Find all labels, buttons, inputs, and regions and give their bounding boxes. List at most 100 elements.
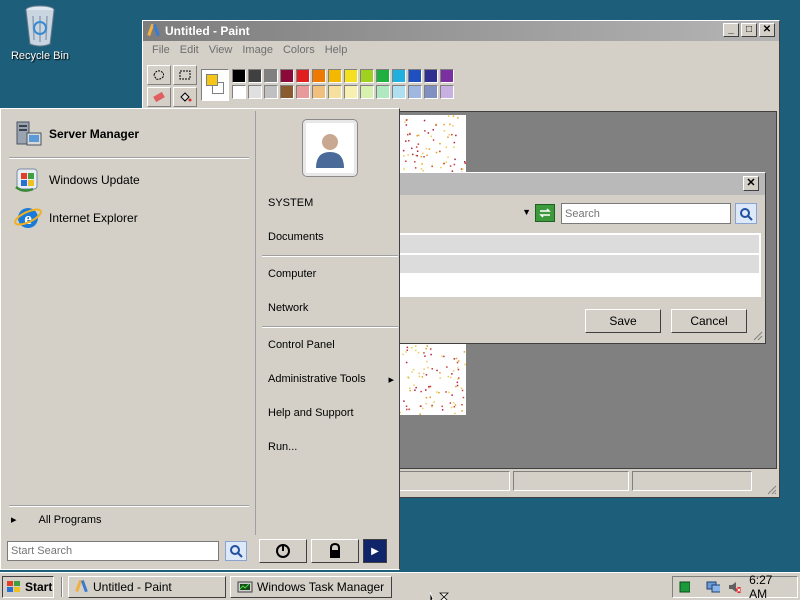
all-programs-arrow-icon: ▸ bbox=[11, 514, 17, 526]
start-button[interactable]: Start bbox=[2, 576, 54, 598]
taskbar-item-paint[interactable]: Untitled - Paint bbox=[68, 576, 226, 598]
lock-button[interactable] bbox=[311, 539, 359, 563]
dialog-address-bar[interactable]: ▼ bbox=[399, 203, 533, 223]
paint-title: Untitled - Paint bbox=[165, 24, 250, 38]
all-programs-button[interactable]: ▸ All Programs bbox=[11, 513, 102, 527]
menu-edit[interactable]: Edit bbox=[175, 41, 204, 61]
minimize-button[interactable]: _ bbox=[723, 23, 739, 37]
status-cell-3 bbox=[632, 471, 752, 491]
color-swatch[interactable] bbox=[280, 85, 294, 99]
paint-app-icon bbox=[147, 23, 161, 44]
color-swatch[interactable] bbox=[280, 69, 294, 83]
power-button[interactable] bbox=[259, 539, 307, 563]
menu-image[interactable]: Image bbox=[237, 41, 278, 61]
color-swatch[interactable] bbox=[344, 85, 358, 99]
color-swatch[interactable] bbox=[360, 85, 374, 99]
color-swatch[interactable] bbox=[376, 85, 390, 99]
color-swatch[interactable] bbox=[440, 85, 454, 99]
run-link[interactable]: Run... bbox=[268, 441, 297, 453]
windows-update-label: Windows Update bbox=[49, 173, 140, 187]
power-icon bbox=[276, 544, 290, 558]
taskbar-clock[interactable]: 6:27 AM bbox=[749, 573, 789, 600]
address-dropdown-icon[interactable]: ▼ bbox=[522, 207, 531, 217]
user-folder-link[interactable]: SYSTEM bbox=[268, 197, 313, 209]
dialog-search-input[interactable] bbox=[561, 203, 731, 224]
color-swatch[interactable] bbox=[328, 69, 342, 83]
recent-windows-update[interactable]: Windows Update bbox=[13, 165, 140, 195]
menu-colors[interactable]: Colors bbox=[278, 41, 320, 61]
color-swatch[interactable] bbox=[424, 69, 438, 83]
status-indicator-icon[interactable] bbox=[679, 581, 690, 593]
color-swatch[interactable] bbox=[360, 69, 374, 83]
current-colors[interactable] bbox=[201, 69, 229, 101]
search-icon bbox=[230, 545, 243, 558]
color-swatch[interactable] bbox=[312, 69, 326, 83]
cancel-button[interactable]: Cancel bbox=[671, 309, 747, 333]
color-swatch[interactable] bbox=[424, 85, 438, 99]
color-swatch[interactable] bbox=[312, 85, 326, 99]
start-search-input[interactable] bbox=[7, 541, 219, 561]
dialog-title-bar[interactable]: ✕ bbox=[399, 173, 765, 195]
pinned-server-manager[interactable]: Server Manager bbox=[13, 119, 139, 149]
color-swatch[interactable] bbox=[264, 69, 278, 83]
save-dialog[interactable]: ✕ ▼ Save Cancel bbox=[398, 172, 766, 344]
file-list-row[interactable] bbox=[399, 255, 759, 273]
fill-tool[interactable] bbox=[173, 87, 197, 107]
network-link[interactable]: Network bbox=[268, 302, 308, 314]
network-icon[interactable] bbox=[706, 580, 721, 594]
resize-grip-icon[interactable] bbox=[765, 483, 777, 495]
menu-view[interactable]: View bbox=[204, 41, 238, 61]
eraser-tool[interactable] bbox=[147, 87, 171, 107]
color-swatch[interactable] bbox=[440, 69, 454, 83]
color-swatch[interactable] bbox=[328, 85, 342, 99]
save-button[interactable]: Save bbox=[585, 309, 661, 333]
mouse-cursor-icon bbox=[430, 592, 449, 600]
dialog-refresh-button[interactable] bbox=[535, 204, 555, 222]
color-swatch[interactable] bbox=[376, 69, 390, 83]
computer-link[interactable]: Computer bbox=[268, 268, 316, 280]
taskbar-item-task-manager[interactable]: Windows Task Manager bbox=[230, 576, 392, 598]
color-swatch[interactable] bbox=[408, 69, 422, 83]
paint-title-bar[interactable]: Untitled - Paint _ □ ✕ bbox=[143, 21, 779, 41]
volume-muted-icon[interactable] bbox=[728, 580, 742, 594]
dialog-file-list[interactable] bbox=[399, 233, 761, 297]
maximize-button[interactable]: □ bbox=[741, 23, 757, 37]
color-palette-area bbox=[201, 69, 454, 101]
color-swatch[interactable] bbox=[392, 85, 406, 99]
help-and-support-link[interactable]: Help and Support bbox=[268, 407, 354, 419]
recent-internet-explorer[interactable]: e Internet Explorer bbox=[13, 203, 138, 233]
refresh-icon bbox=[539, 208, 551, 218]
close-button[interactable]: ✕ bbox=[759, 23, 775, 37]
user-picture[interactable] bbox=[302, 119, 358, 177]
menu-file[interactable]: File bbox=[147, 41, 175, 61]
menu-help[interactable]: Help bbox=[320, 41, 353, 61]
color-swatch[interactable] bbox=[248, 85, 262, 99]
dialog-resize-grip-icon[interactable] bbox=[751, 329, 763, 341]
administrative-tools-label: Administrative Tools bbox=[268, 373, 366, 385]
color-swatch[interactable] bbox=[232, 85, 246, 99]
file-list-row[interactable] bbox=[399, 235, 759, 253]
start-search-button[interactable] bbox=[225, 541, 247, 561]
more-options-button[interactable]: ▶ bbox=[363, 539, 387, 563]
rect-select-tool[interactable] bbox=[173, 65, 197, 85]
submenu-arrow-icon: ▸ bbox=[388, 374, 394, 386]
color-swatch[interactable] bbox=[392, 69, 406, 83]
color-swatch[interactable] bbox=[344, 69, 358, 83]
dialog-close-button[interactable]: ✕ bbox=[743, 176, 759, 191]
status-cell-2 bbox=[513, 471, 629, 491]
documents-link[interactable]: Documents bbox=[268, 231, 324, 243]
administrative-tools-link[interactable]: Administrative Tools ▸ bbox=[268, 373, 394, 386]
color-swatch[interactable] bbox=[408, 85, 422, 99]
server-manager-label: Server Manager bbox=[49, 127, 140, 141]
color-swatch[interactable] bbox=[296, 69, 310, 83]
color-swatch[interactable] bbox=[296, 85, 310, 99]
color-swatch[interactable] bbox=[232, 69, 246, 83]
recycle-bin-desktop-icon[interactable]: Recycle Bin bbox=[8, 4, 72, 62]
color-swatch[interactable] bbox=[248, 69, 262, 83]
task-manager-icon bbox=[237, 581, 253, 593]
dialog-search-button[interactable] bbox=[735, 203, 757, 224]
color-swatch[interactable] bbox=[264, 85, 278, 99]
free-select-tool[interactable] bbox=[147, 65, 171, 85]
rect-select-icon bbox=[179, 70, 191, 80]
control-panel-link[interactable]: Control Panel bbox=[268, 339, 335, 351]
